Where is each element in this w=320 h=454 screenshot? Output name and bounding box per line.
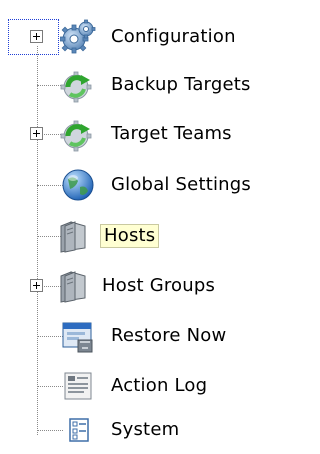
system-list-icon bbox=[69, 418, 89, 442]
tree-item-host-groups[interactable]: Host Groups bbox=[0, 262, 292, 310]
log-document-icon bbox=[64, 372, 92, 400]
tree-item-global-settings[interactable]: Global Settings bbox=[0, 161, 292, 209]
tree-item-label: Configuration bbox=[111, 26, 236, 47]
tree-item-label: System bbox=[111, 419, 180, 440]
gears-icon bbox=[60, 19, 96, 54]
expand-icon[interactable] bbox=[30, 30, 43, 43]
tree-item-hosts[interactable]: Hosts bbox=[0, 212, 292, 260]
server-icon bbox=[60, 221, 86, 253]
green-refresh-gear-icon bbox=[60, 120, 92, 152]
globe-icon bbox=[62, 169, 94, 201]
tree-item-label: Global Settings bbox=[111, 174, 251, 195]
expand-icon[interactable] bbox=[30, 127, 43, 140]
expand-icon[interactable] bbox=[30, 279, 43, 292]
tree-item-label: Host Groups bbox=[102, 275, 216, 296]
tree-item-backup-targets[interactable]: Backup Targets bbox=[0, 61, 292, 109]
navigation-tree: Configuration Backup Targets Target Team… bbox=[0, 0, 292, 447]
restore-window-icon bbox=[62, 322, 93, 353]
server-icon bbox=[60, 271, 86, 303]
tree-item-action-log[interactable]: Action Log bbox=[0, 362, 292, 410]
tree-item-label: Backup Targets bbox=[111, 74, 251, 95]
tree-item-restore-now[interactable]: Restore Now bbox=[0, 312, 292, 360]
tree-item-configuration[interactable]: Configuration bbox=[0, 13, 292, 61]
tree-item-label: Hosts bbox=[100, 224, 160, 248]
tree-item-label: Target Teams bbox=[111, 123, 232, 144]
tree-item-label: Action Log bbox=[111, 375, 208, 396]
green-refresh-gear-icon bbox=[60, 71, 92, 103]
tree-item-target-teams[interactable]: Target Teams bbox=[0, 110, 292, 158]
tree-item-label: Restore Now bbox=[111, 325, 227, 346]
